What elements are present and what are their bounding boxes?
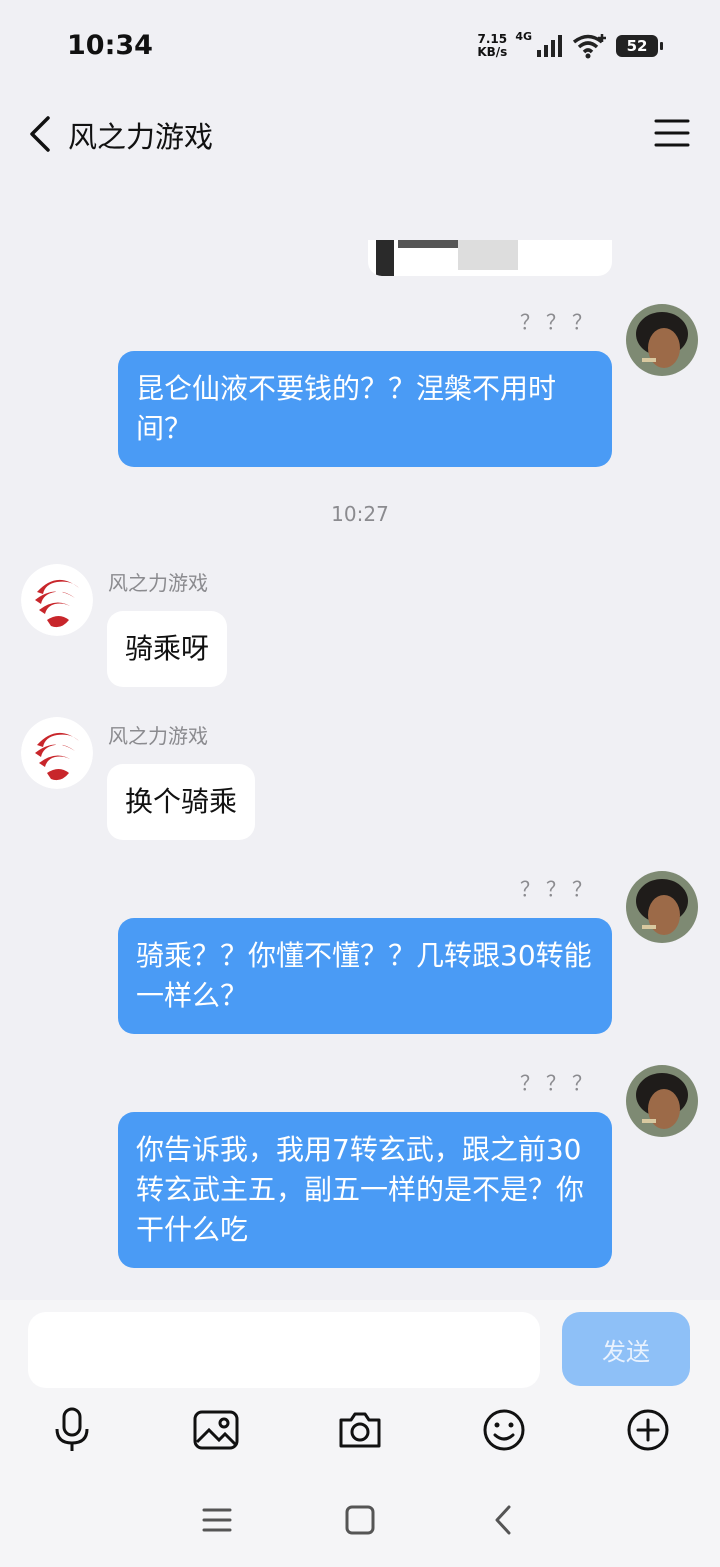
network-speed-unit: KB/s <box>477 45 508 59</box>
sender-name: ？？？ <box>520 310 598 334</box>
image-message-partial[interactable] <box>368 240 612 276</box>
recent-apps-icon <box>202 1508 232 1532</box>
wifi-icon <box>572 34 606 59</box>
outgoing-message[interactable]: 骑乘？？你懂不懂？？几转跟30转能一样么？ <box>118 918 612 1034</box>
incoming-message[interactable]: 骑乘呀 <box>107 611 228 687</box>
user-avatar[interactable] <box>626 304 698 376</box>
chevron-left-icon <box>30 116 50 152</box>
home-button[interactable] <box>335 1498 385 1542</box>
send-button[interactable]: 发送 <box>562 1312 690 1386</box>
sender-name: 风之力游戏 <box>108 724 208 748</box>
camera-button[interactable] <box>332 1406 388 1454</box>
menu-button[interactable] <box>654 118 690 148</box>
game-logo-icon <box>21 717 93 789</box>
nav-back-button[interactable] <box>478 1498 528 1542</box>
status-bar: 10:34 7.15 KB/s 4G 52 <box>0 0 720 90</box>
microphone-icon <box>55 1407 89 1451</box>
user-avatar[interactable] <box>626 1065 698 1137</box>
user-avatar-photo <box>626 304 698 376</box>
more-button[interactable] <box>620 1406 676 1454</box>
network-speed: 7.15 KB/s <box>477 33 507 59</box>
game-logo-icon <box>21 564 93 636</box>
chat-title: 风之力游戏 <box>68 120 214 154</box>
chat-header: 风之力游戏 <box>0 88 720 180</box>
outgoing-message[interactable]: 昆仑仙液不要钱的？？涅槃不用时间？ <box>118 351 612 467</box>
voice-button[interactable] <box>44 1406 100 1454</box>
sender-name: ？？？ <box>520 1071 598 1095</box>
back-icon <box>495 1505 511 1535</box>
system-navbar <box>0 1480 720 1567</box>
back-button[interactable] <box>22 110 62 158</box>
image-button[interactable] <box>188 1406 244 1454</box>
recent-apps-button[interactable] <box>192 1498 242 1542</box>
user-avatar-photo <box>626 1065 698 1137</box>
network-type: 4G <box>515 30 532 43</box>
plus-icon <box>627 1409 669 1451</box>
sender-name: ？？？ <box>520 877 598 901</box>
home-icon <box>345 1505 375 1535</box>
status-icons: 7.15 KB/s 4G 52 <box>477 30 663 62</box>
camera-icon <box>339 1412 381 1448</box>
game-logo-avatar[interactable] <box>21 717 93 789</box>
user-avatar[interactable] <box>626 871 698 943</box>
game-logo-avatar[interactable] <box>21 564 93 636</box>
image-icon <box>193 1410 239 1450</box>
user-avatar-photo <box>626 871 698 943</box>
hamburger-menu-icon <box>654 119 690 147</box>
message-timestamp: 10:27 <box>331 502 389 526</box>
battery-indicator: 52 <box>616 35 663 57</box>
message-input[interactable] <box>28 1312 540 1388</box>
emoji-icon <box>483 1409 525 1451</box>
emoji-button[interactable] <box>476 1406 532 1454</box>
incoming-message[interactable]: 换个骑乘 <box>107 764 256 840</box>
status-time: 10:34 <box>67 30 153 61</box>
signal-icon <box>537 35 562 57</box>
sender-name: 风之力游戏 <box>108 571 208 595</box>
outgoing-message[interactable]: 你告诉我，我用7转玄武，跟之前30转玄武主五，副五一样的是不是？你干什么吃 <box>118 1112 612 1268</box>
message-list[interactable]: ？？？ 昆仑仙液不要钱的？？涅槃不用时间？ 10:27 风之力游戏 骑乘呀 风之… <box>0 180 720 1300</box>
